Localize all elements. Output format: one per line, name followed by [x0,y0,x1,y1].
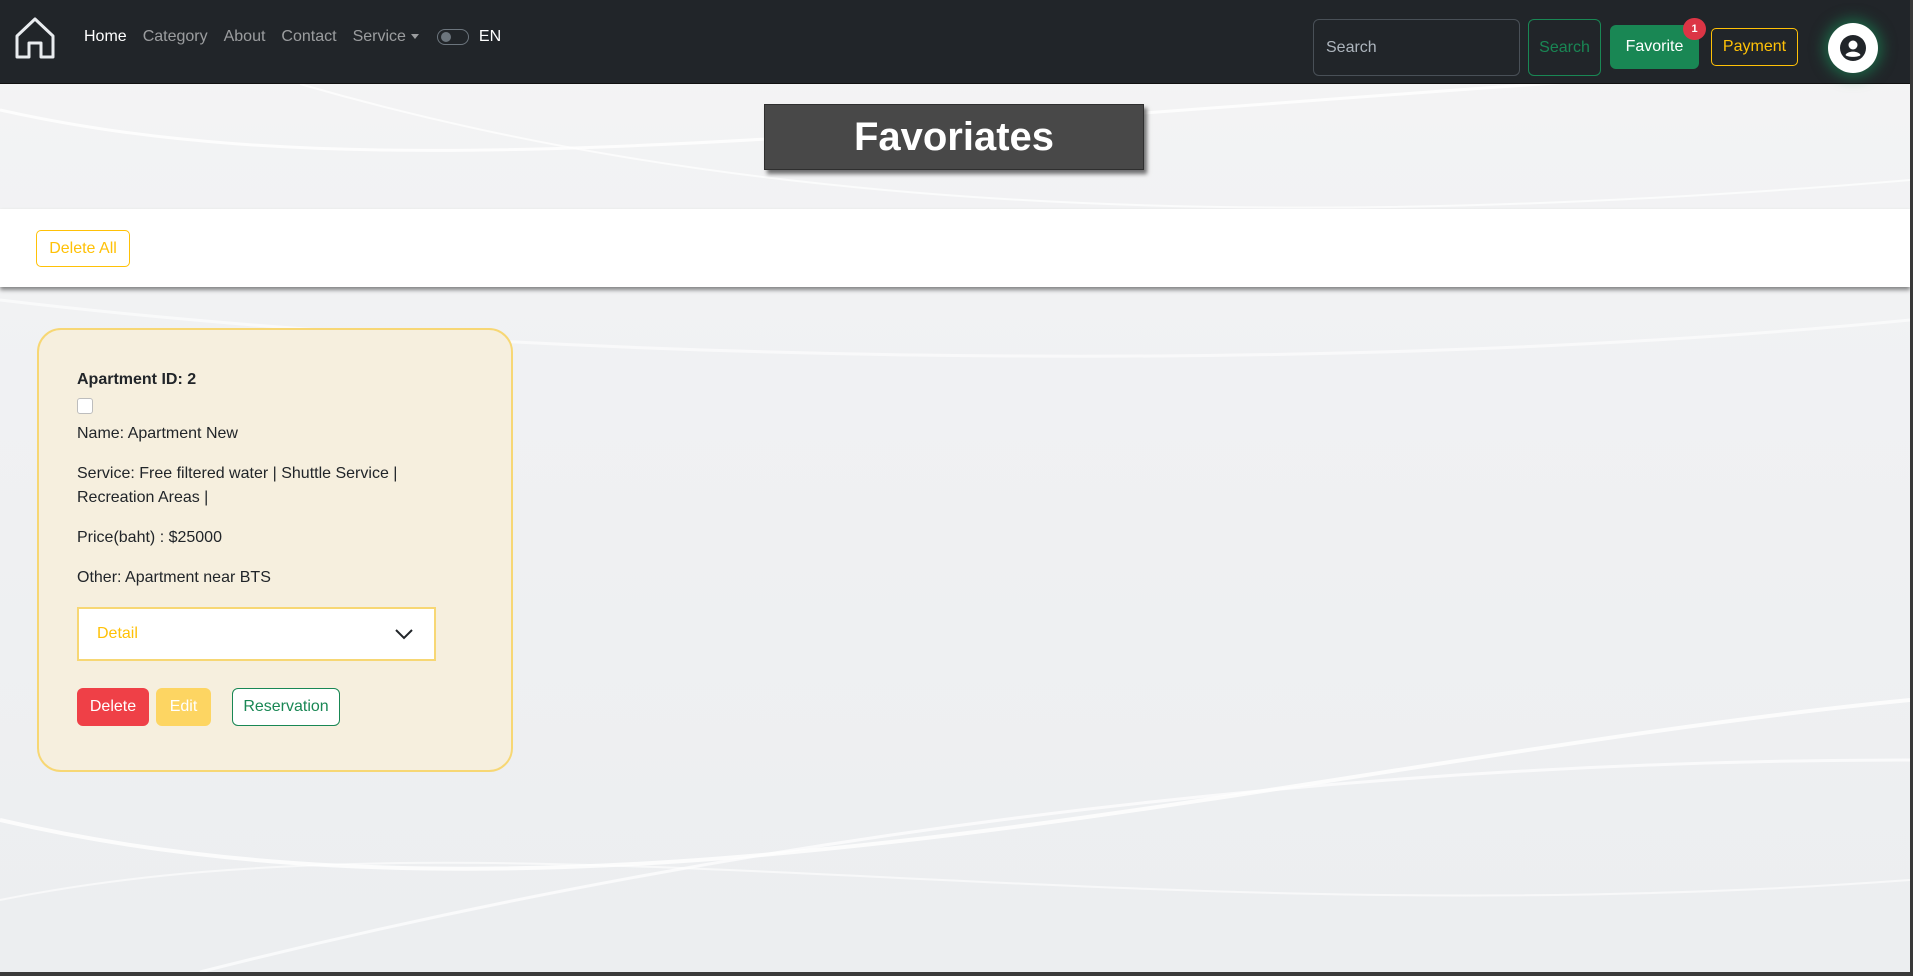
detail-dropdown[interactable]: Detail [77,607,436,661]
apartment-service: Service: Free filtered water | Shuttle S… [77,465,398,506]
detail-label: Detail [97,625,138,642]
service-label: Service [352,28,406,45]
toggle-knob [440,32,451,42]
favorite-card: Apartment ID: 2 Name: Apartment New Serv… [37,328,513,772]
edit-button[interactable]: Edit [156,688,211,726]
nav-link-contact[interactable]: Contact [281,28,336,46]
toolbar-strip: Delete All [0,209,1910,287]
nav-link-about[interactable]: About [224,28,266,46]
apartment-price: Price(baht) : $25000 [77,529,222,546]
apartment-other: Other: Apartment near BTS [77,569,271,586]
page-title: Favoriates [764,104,1144,170]
apartment-name: Name: Apartment New [77,425,238,442]
language-toggle[interactable] [436,29,469,45]
chevron-down-icon [395,629,413,640]
select-checkbox[interactable] [77,398,93,414]
caret-down-icon [410,34,419,40]
nav-links: Home Category About Contact Service EN [84,28,501,46]
payment-button[interactable]: Payment [1711,28,1798,66]
top-navbar: Home Category About Contact Service EN S… [0,0,1910,84]
app-frame: Home Category About Contact Service EN S… [0,0,1910,972]
user-circle-icon [1840,35,1866,61]
nav-link-category[interactable]: Category [143,28,208,46]
search-input[interactable] [1313,19,1520,76]
home-icon[interactable] [14,16,56,60]
nav-dropdown-service[interactable]: Service [353,28,419,46]
nav-link-home[interactable]: Home [84,28,127,46]
delete-button[interactable]: Delete [77,688,149,726]
apartment-id: Apartment ID: 2 [77,371,197,388]
search-button[interactable]: Search [1528,19,1601,76]
language-label: EN [478,28,502,45]
favorite-count-badge: 1 [1683,18,1706,40]
reservation-button[interactable]: Reservation [232,688,340,726]
delete-all-button[interactable]: Delete All [36,230,130,267]
user-avatar[interactable] [1828,23,1878,73]
